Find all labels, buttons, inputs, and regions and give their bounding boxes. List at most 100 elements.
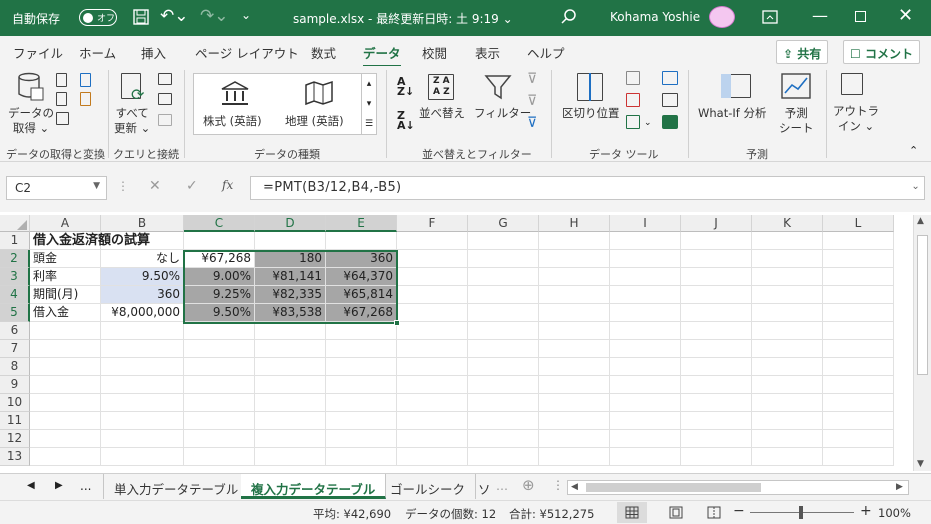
column-header-h[interactable]: H	[539, 215, 610, 232]
cell-a12[interactable]	[30, 430, 101, 448]
comment-button[interactable]: ☐ コメント	[843, 40, 920, 64]
cell-i7[interactable]	[610, 340, 681, 358]
tab-home[interactable]: ホーム	[79, 43, 116, 62]
sheet-tab-goal-seek[interactable]: ゴールシーク	[380, 474, 477, 499]
tab-help[interactable]: ヘルプ	[527, 43, 565, 62]
zoom-in-icon[interactable]: +	[860, 503, 872, 519]
cell-k7[interactable]	[752, 340, 823, 358]
row-header-3[interactable]: 3	[0, 268, 30, 286]
cell-d12[interactable]	[255, 430, 326, 448]
cell-g9[interactable]	[468, 376, 539, 394]
edit-links-icon[interactable]	[158, 114, 172, 126]
queries-connections-icon[interactable]	[158, 73, 172, 85]
cell-h3[interactable]	[539, 268, 610, 286]
cell-j11[interactable]	[681, 412, 752, 430]
remove-duplicates-icon[interactable]	[626, 93, 640, 107]
sheet-more[interactable]: ...	[80, 479, 91, 493]
cell-c13[interactable]	[184, 448, 255, 466]
cell-b1[interactable]	[101, 232, 184, 250]
split-handle-icon[interactable]: ⋮	[552, 478, 564, 492]
row-header-9[interactable]: 9	[0, 376, 30, 394]
column-header-f[interactable]: F	[397, 215, 468, 232]
cell-h6[interactable]	[539, 322, 610, 340]
from-table-icon[interactable]	[56, 112, 69, 125]
cell-e1[interactable]	[326, 232, 397, 250]
page-layout-view-icon[interactable]	[669, 506, 683, 519]
cell-k12[interactable]	[752, 430, 823, 448]
tab-file[interactable]: ファイル	[13, 43, 63, 62]
cell-j9[interactable]	[681, 376, 752, 394]
page-break-view-icon[interactable]	[707, 506, 721, 519]
sheet-tab-double-input[interactable]: 複入力データテーブル	[241, 474, 387, 499]
column-header-e[interactable]: E	[326, 215, 397, 232]
cell-d7[interactable]	[255, 340, 326, 358]
cell-d4[interactable]: ¥82,335	[255, 286, 326, 304]
forecast-sheet-button[interactable]: 予測 シート	[779, 106, 814, 136]
cell-c12[interactable]	[184, 430, 255, 448]
sort-button[interactable]: 並べ替え	[419, 106, 465, 121]
cell-d11[interactable]	[255, 412, 326, 430]
cell-e2[interactable]: 360	[326, 250, 397, 268]
cell-c7[interactable]	[184, 340, 255, 358]
sheet-prev-icon[interactable]: ◀	[27, 480, 35, 491]
cell-e13[interactable]	[326, 448, 397, 466]
formula-input[interactable]: =PMT(B3/12,B4,-B5) ⌄	[250, 176, 925, 200]
cell-k5[interactable]	[752, 304, 823, 322]
insert-function-icon[interactable]: fx	[222, 178, 233, 192]
cell-h7[interactable]	[539, 340, 610, 358]
column-header-g[interactable]: G	[468, 215, 539, 232]
cell-i11[interactable]	[610, 412, 681, 430]
hscroll-thumb[interactable]	[586, 483, 761, 492]
ribbon-display-icon[interactable]	[762, 10, 778, 24]
cell-c9[interactable]	[184, 376, 255, 394]
sheet-next-icon[interactable]: ▶	[55, 480, 63, 491]
cell-g10[interactable]	[468, 394, 539, 412]
cell-c5[interactable]: 9.50%	[184, 304, 255, 322]
worksheet-grid[interactable]: ABCDEFGHIJKL 1 2 3 4 5 6 7 8 9 10 11 12 13 借入金返済額の試算…	[0, 215, 913, 471]
cell-c10[interactable]	[184, 394, 255, 412]
cell-h12[interactable]	[539, 430, 610, 448]
cell-j8[interactable]	[681, 358, 752, 376]
cell-a2[interactable]: 頭金	[30, 250, 101, 268]
cell-l5[interactable]	[823, 304, 894, 322]
zoom-slider-thumb[interactable]	[799, 506, 803, 519]
cell-f11[interactable]	[397, 412, 468, 430]
properties-icon[interactable]	[158, 93, 172, 105]
minimize-icon[interactable]: —	[812, 6, 828, 25]
cell-b2[interactable]: なし	[101, 250, 184, 268]
cancel-icon[interactable]: ✕	[149, 178, 161, 194]
enter-icon[interactable]: ✓	[186, 178, 198, 194]
cell-j10[interactable]	[681, 394, 752, 412]
tab-review[interactable]: 校閲	[422, 43, 447, 62]
column-header-i[interactable]: I	[610, 215, 681, 232]
cell-k4[interactable]	[752, 286, 823, 304]
row-header-6[interactable]: 6	[0, 322, 30, 340]
cell-b11[interactable]	[101, 412, 184, 430]
cell-l6[interactable]	[823, 322, 894, 340]
cell-e8[interactable]	[326, 358, 397, 376]
cell-i3[interactable]	[610, 268, 681, 286]
vertical-scrollbar[interactable]: ▲ ▼	[913, 215, 931, 471]
cell-e4[interactable]: ¥65,814	[326, 286, 397, 304]
cell-a13[interactable]	[30, 448, 101, 466]
cell-j13[interactable]	[681, 448, 752, 466]
cell-k3[interactable]	[752, 268, 823, 286]
column-header-b[interactable]: B	[101, 215, 184, 232]
cell-i6[interactable]	[610, 322, 681, 340]
column-header-d[interactable]: D	[255, 215, 326, 232]
cell-j4[interactable]	[681, 286, 752, 304]
cell-f6[interactable]	[397, 322, 468, 340]
cell-j7[interactable]	[681, 340, 752, 358]
cell-j12[interactable]	[681, 430, 752, 448]
cell-k13[interactable]	[752, 448, 823, 466]
cell-h4[interactable]	[539, 286, 610, 304]
column-header-k[interactable]: K	[752, 215, 823, 232]
cell-e3[interactable]: ¥64,370	[326, 268, 397, 286]
recent-sources-icon[interactable]	[80, 73, 91, 87]
cell-f5[interactable]	[397, 304, 468, 322]
cell-d1[interactable]	[255, 232, 326, 250]
text-to-columns-button[interactable]: 区切り位置	[562, 106, 620, 121]
get-data-button[interactable]: データの 取得 ⌄	[8, 106, 54, 136]
column-header-j[interactable]: J	[681, 215, 752, 232]
cell-g13[interactable]	[468, 448, 539, 466]
